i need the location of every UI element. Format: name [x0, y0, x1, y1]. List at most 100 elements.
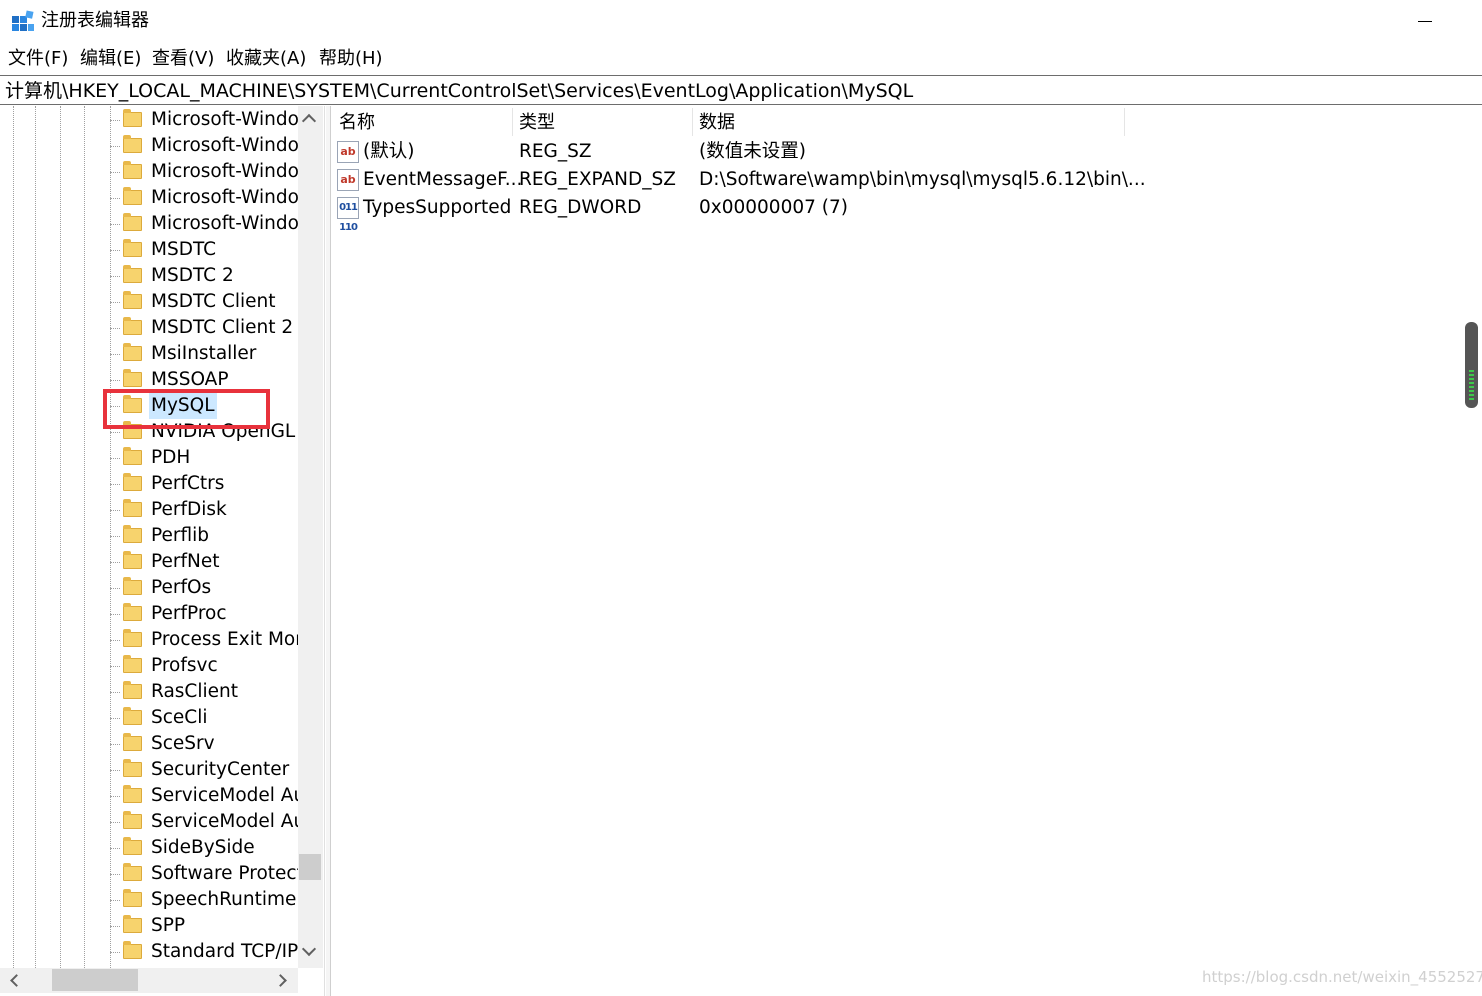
tree-item-label: ServiceModel Au [151, 785, 298, 806]
tree-item[interactable]: MSSOAP [108, 367, 298, 393]
column-header-data[interactable]: 数据 [692, 110, 1124, 138]
tree-item[interactable]: SecurityCenter [108, 757, 298, 783]
tree-item[interactable]: ServiceModel Au [108, 783, 298, 809]
side-handle[interactable] [1465, 322, 1478, 408]
tree-item-mysql[interactable]: MySQL [108, 393, 298, 419]
tree-item[interactable]: MSDTC Client 2 [108, 315, 298, 341]
tree-item[interactable]: MSDTC 2 [108, 263, 298, 289]
registry-editor-icon [12, 10, 34, 31]
menu-help[interactable]: 帮助(H) [317, 47, 385, 71]
tree-item[interactable]: SceSrv [108, 731, 298, 757]
minimize-button[interactable] [1402, 0, 1448, 42]
folder-icon [123, 681, 142, 699]
tree-item[interactable]: Microsoft-Windo [108, 107, 298, 133]
tree-item[interactable]: MSDTC Client [108, 289, 298, 315]
folder-icon [123, 421, 142, 439]
tree-item[interactable]: Microsoft-Windo [108, 211, 298, 237]
tree-item[interactable]: PerfOs [108, 575, 298, 601]
tree-item[interactable]: Microsoft-Windo [108, 133, 298, 159]
value-row[interactable]: ab (默认) REG_SZ (数值未设置) [332, 138, 1482, 166]
tree-item-label: NVIDIA OpenGL I [151, 421, 298, 442]
value-data: (数值未设置) [699, 141, 806, 162]
folder-icon [123, 733, 142, 751]
tree-item[interactable]: RasClient [108, 679, 298, 705]
address-bar[interactable]: 计算机\HKEY_LOCAL_MACHINE\SYSTEM\CurrentCon… [0, 75, 1482, 105]
tree-item[interactable]: MSDTC [108, 237, 298, 263]
tree-item-label: ServiceModel Au [151, 811, 298, 832]
string-value-icon: ab [337, 141, 359, 163]
tree-item[interactable]: NVIDIA OpenGL I [108, 419, 298, 445]
tree-item[interactable]: PerfNet [108, 549, 298, 575]
tree-item[interactable]: MsiInstaller [108, 341, 298, 367]
column-divider[interactable] [1124, 108, 1125, 136]
folder-icon [123, 603, 142, 621]
key-tree-pane: Microsoft-Windo Microsoft-Windo Microsof… [0, 106, 325, 996]
value-row[interactable]: 011 110 TypesSupported REG_DWORD 0x00000… [332, 194, 1482, 233]
tree-item-label: MSDTC 2 [151, 265, 234, 286]
menu-bar: 文件(F) 编辑(E) 查看(V) 收藏夹(A) 帮助(H) [0, 44, 1482, 74]
tree-item-label: SceCli [151, 707, 208, 728]
tree-item[interactable]: Perflib [108, 523, 298, 549]
column-header-name[interactable]: 名称 [332, 110, 512, 138]
tree-item[interactable]: Profsvc [108, 653, 298, 679]
folder-icon [123, 837, 142, 855]
scroll-up-icon[interactable] [301, 113, 317, 129]
folder-icon [123, 707, 142, 725]
tree-item-label: SideBySide [151, 837, 255, 858]
folder-icon [123, 863, 142, 881]
tree-item-label: SPP [151, 915, 186, 936]
tree-item[interactable]: PerfDisk [108, 497, 298, 523]
folder-icon [123, 291, 142, 309]
folder-icon [123, 135, 142, 153]
tree-item[interactable]: SceCli [108, 705, 298, 731]
value-row[interactable]: ab EventMessageF... REG_EXPAND_SZ D:\Sof… [332, 166, 1482, 194]
tree-item-label: MySQL [149, 393, 217, 419]
tree-item-label: Microsoft-Windo [151, 135, 298, 156]
scrollbar-thumb[interactable] [52, 969, 138, 991]
tree-item-label: Perflib [151, 525, 210, 546]
tree-item-label: Microsoft-Windo [151, 161, 298, 182]
tree-item-label: MSDTC Client [151, 291, 276, 312]
tree-item[interactable]: ServiceModel Au [108, 809, 298, 835]
tree-vertical-scrollbar[interactable] [298, 106, 323, 968]
tree-item[interactable]: Microsoft-Windo [108, 185, 298, 211]
tree-item[interactable]: PerfProc [108, 601, 298, 627]
tree-item[interactable]: Microsoft-Windo [108, 159, 298, 185]
tree-item-label: PerfDisk [151, 499, 227, 520]
tree-horizontal-scrollbar[interactable] [0, 968, 298, 993]
tree-item-label: PerfOs [151, 577, 212, 598]
value-type: REG_DWORD [519, 197, 642, 218]
menu-file[interactable]: 文件(F) [6, 47, 70, 71]
tree-item[interactable]: Software Protecti [108, 861, 298, 887]
tree-item-label: SpeechRuntime [151, 889, 297, 910]
tree-item-label: MsiInstaller [151, 343, 257, 364]
scroll-down-icon[interactable] [301, 941, 317, 957]
folder-icon [123, 265, 142, 283]
value-type: REG_SZ [519, 141, 592, 162]
scroll-left-icon[interactable] [10, 974, 23, 987]
folder-icon [123, 941, 142, 959]
folder-icon [123, 161, 142, 179]
tree-item[interactable]: SPP [108, 913, 298, 939]
tree-item[interactable]: Standard TCP/IP I [108, 939, 298, 965]
tree-item-label: MSDTC Client 2 [151, 317, 294, 338]
tree-item[interactable]: SideBySide [108, 835, 298, 861]
folder-icon [123, 109, 142, 127]
address-path[interactable]: 计算机\HKEY_LOCAL_MACHINE\SYSTEM\CurrentCon… [5, 78, 913, 104]
column-header-type[interactable]: 类型 [512, 110, 692, 138]
scrollbar-thumb[interactable] [299, 854, 321, 880]
scroll-right-icon[interactable] [274, 974, 287, 987]
tree-item[interactable]: Process Exit Moni [108, 627, 298, 653]
menu-edit[interactable]: 编辑(E) [78, 47, 143, 71]
tree-item[interactable]: PerfCtrs [108, 471, 298, 497]
tree-item[interactable]: SpeechRuntime [108, 887, 298, 913]
pane-splitter[interactable] [326, 106, 331, 996]
menu-favorites[interactable]: 收藏夹(A) [224, 47, 308, 71]
tree-item-label: Software Protecti [151, 863, 298, 884]
tree-item[interactable]: PDH [108, 445, 298, 471]
menu-view[interactable]: 查看(V) [150, 47, 216, 71]
window-title: 注册表编辑器 [41, 10, 149, 31]
tree-item-label: Profsvc [151, 655, 218, 676]
folder-icon [123, 629, 142, 647]
tree-item-label: Microsoft-Windo [151, 187, 298, 208]
